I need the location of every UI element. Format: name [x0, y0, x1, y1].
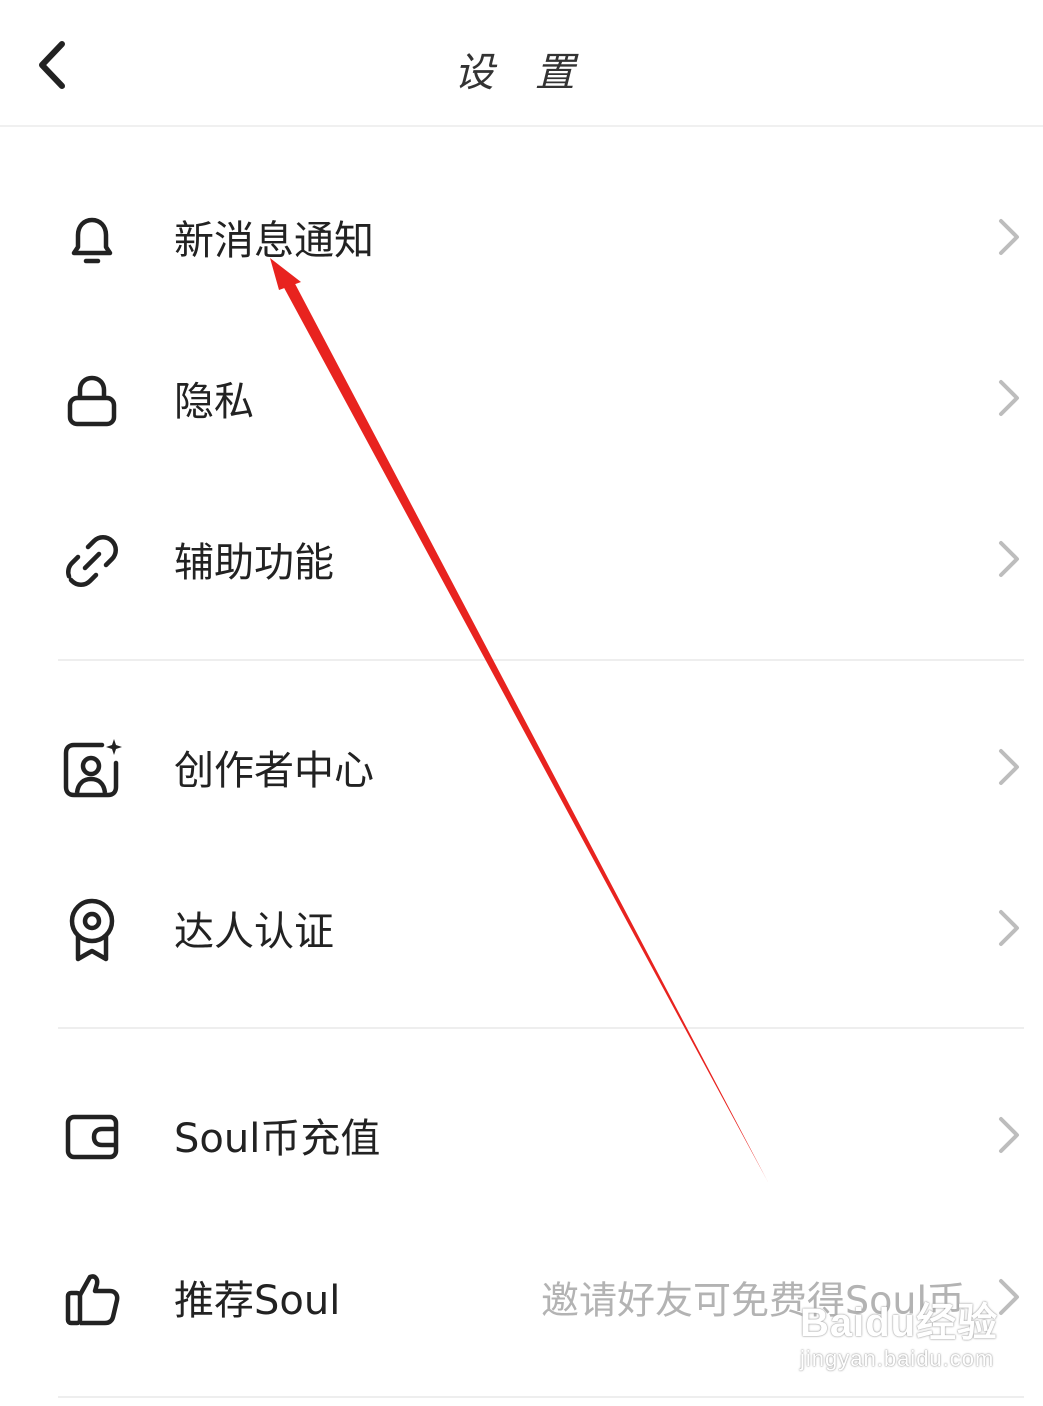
section-divider — [58, 1396, 1024, 1398]
chevron-right-icon — [993, 535, 1025, 583]
settings-item-creator-center[interactable]: 创作者中心 — [0, 707, 1043, 827]
bell-icon — [60, 207, 124, 271]
settings-item-soul-coin-recharge[interactable]: Soul币充值 — [0, 1075, 1043, 1195]
settings-item-privacy[interactable]: 隐私 — [0, 338, 1043, 458]
badge-award-icon — [60, 898, 124, 962]
settings-item-label: 隐私 — [174, 379, 254, 425]
thumbs-up-icon — [60, 1267, 124, 1331]
creator-portrait-icon — [60, 737, 124, 801]
lock-icon — [60, 368, 124, 432]
settings-item-expert-verification[interactable]: 达人认证 — [0, 868, 1043, 988]
watermark-sub-text: jingyan.baidu.com — [800, 1346, 995, 1371]
chevron-right-icon — [993, 1111, 1025, 1159]
settings-item-label: 推荐Soul — [174, 1278, 341, 1324]
settings-item-label: 辅助功能 — [174, 540, 334, 586]
settings-item-notifications[interactable]: 新消息通知 — [0, 177, 1043, 297]
settings-item-label: 创作者中心 — [174, 748, 374, 794]
settings-item-label: 达人认证 — [174, 909, 334, 955]
watermark-main-text: Baidu经验 — [800, 1301, 999, 1345]
wallet-icon — [60, 1105, 124, 1169]
settings-item-label: 新消息通知 — [174, 218, 374, 264]
chevron-right-icon — [993, 213, 1025, 261]
chevron-right-icon — [993, 374, 1025, 422]
baidu-watermark: Baidu经验 jingyan.baidu.com — [800, 1300, 1000, 1390]
section-divider — [58, 1027, 1024, 1029]
chevron-right-icon — [993, 743, 1025, 791]
section-divider — [58, 659, 1024, 661]
settings-item-label: Soul币充值 — [174, 1116, 381, 1162]
page-title: 设 置 — [454, 50, 589, 96]
settings-item-accessibility[interactable]: 辅助功能 — [0, 499, 1043, 619]
link-icon — [60, 529, 124, 593]
chevron-right-icon — [993, 904, 1025, 952]
top-nav-bar: 设 置 — [0, 0, 1043, 127]
